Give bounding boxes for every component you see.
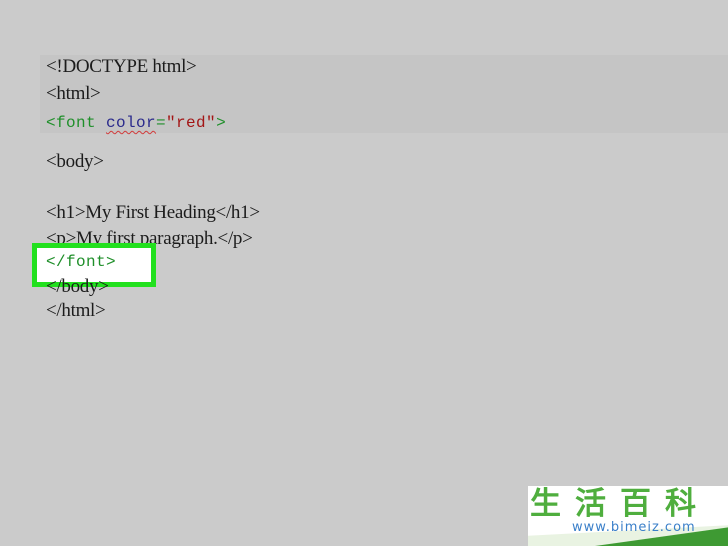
code-line-body-close: </body> [46, 276, 109, 297]
font-tag-end: > [216, 114, 227, 132]
code-line-html-open: <html> [46, 83, 101, 104]
code-line-h1: <h1>My First Heading</h1> [46, 202, 260, 223]
watermark-logo: 生活百科 www.bimeiz.com [528, 486, 728, 546]
watermark-url: www.bimeiz.com [572, 520, 696, 535]
watermark-chars: 生活百科 [530, 486, 710, 522]
font-equals: = [156, 114, 167, 132]
code-line-body-open: <body> [46, 151, 104, 172]
code-editor[interactable]: <!DOCTYPE html> <html> <font color="red"… [0, 0, 728, 546]
font-color-value: "red" [166, 114, 217, 132]
code-line-doctype: <!DOCTYPE html> [46, 56, 197, 77]
code-line-font-close: </font> [46, 253, 117, 271]
code-line-font-open: <font color="red"> [46, 112, 226, 134]
code-line-html-close: </html> [46, 300, 106, 321]
font-color-attr: color [106, 114, 157, 132]
font-tag-start: <font [46, 114, 107, 132]
